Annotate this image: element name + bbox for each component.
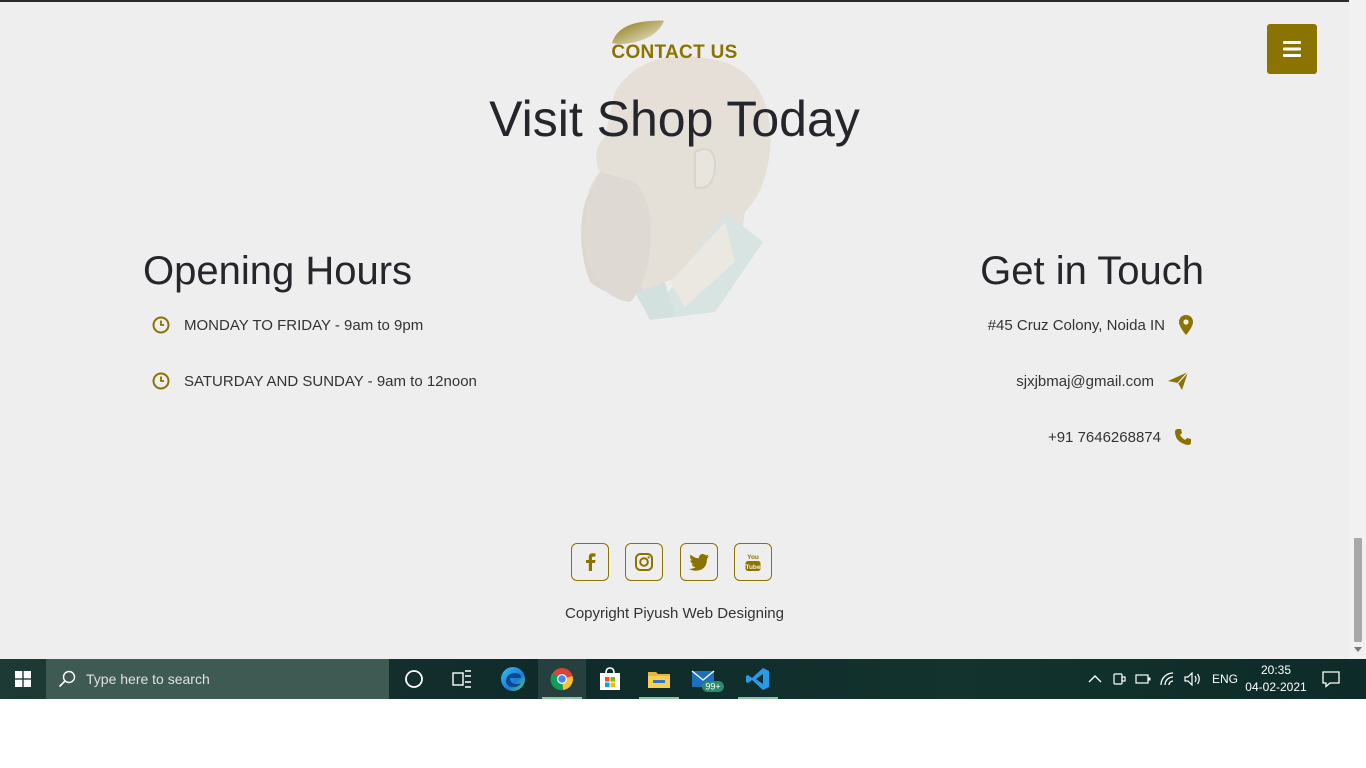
scrollbar-thumb[interactable] xyxy=(1354,538,1362,642)
opening-hours-title: Opening Hours xyxy=(143,249,413,293)
get-in-touch-title: Get in Touch xyxy=(980,249,1204,293)
copyright-text: Copyright Piyush Web Designing xyxy=(564,605,784,622)
volume-icon[interactable] xyxy=(1184,672,1202,686)
page-scrollbar[interactable] xyxy=(1349,0,1366,659)
hours-text: MONDAY TO FRIDAY - 9am to 9pm xyxy=(184,316,424,334)
taskbar-store[interactable] xyxy=(586,659,634,699)
notification-icon xyxy=(1322,671,1340,688)
start-button[interactable] xyxy=(0,659,46,699)
section-headline: Visit Shop Today xyxy=(489,91,860,147)
taskbar-clock[interactable]: 20:35 04-02-2021 xyxy=(1240,662,1312,696)
cortana-circle-icon xyxy=(405,670,423,688)
instagram-icon xyxy=(635,553,653,571)
clock-icon xyxy=(152,372,170,390)
clock-time: 20:35 xyxy=(1260,663,1292,677)
email-row: sjxjbmaj@gmail.com xyxy=(1016,369,1188,393)
youtube-link[interactable]: You Tube xyxy=(734,543,772,581)
facebook-link[interactable] xyxy=(571,543,609,581)
taskbar-edge[interactable] xyxy=(489,659,537,699)
windows-taskbar: Type here to search 99+ ENG 20:35 04-02-… xyxy=(0,659,1366,699)
section-eyebrow: CONTACT US xyxy=(611,42,738,63)
active-app-indicator xyxy=(542,697,582,699)
folder-icon xyxy=(648,672,670,688)
system-tray: ENG xyxy=(1088,659,1238,699)
scroll-down-arrow-icon[interactable] xyxy=(1354,647,1362,652)
search-icon xyxy=(58,670,76,688)
vscode-icon xyxy=(746,668,769,690)
task-view-icon xyxy=(452,670,471,688)
barber-portrait-illustration xyxy=(581,56,771,320)
running-app-indicator xyxy=(639,697,679,699)
edge-browser-icon xyxy=(501,667,525,691)
taskbar-file-explorer[interactable] xyxy=(635,659,683,699)
phone-link[interactable]: +91 7646268874 xyxy=(1048,429,1161,446)
hours-text: SATURDAY AND SUNDAY - 9am to 12noon xyxy=(184,372,477,390)
running-app-indicator xyxy=(738,697,778,699)
microsoft-store-icon xyxy=(600,667,620,690)
taskbar-mail[interactable]: 99+ xyxy=(684,659,732,699)
wifi-icon[interactable] xyxy=(1160,672,1176,686)
taskbar-vscode[interactable] xyxy=(734,659,782,699)
phone-icon xyxy=(1175,429,1191,445)
map-marker-icon xyxy=(1179,315,1193,335)
clock-icon xyxy=(152,316,170,334)
clock-date: 04-02-2021 xyxy=(1245,680,1307,694)
taskbar-chrome[interactable] xyxy=(538,659,586,699)
menu-toggle-button[interactable] xyxy=(1267,24,1317,74)
task-view-button[interactable] xyxy=(438,659,486,699)
svg-text:Tube: Tube xyxy=(745,564,760,571)
show-hidden-icons-chevron-icon[interactable] xyxy=(1088,674,1102,684)
facebook-icon xyxy=(586,553,596,571)
hours-row-weekdays: MONDAY TO FRIDAY - 9am to 9pm xyxy=(152,313,423,337)
twitter-icon xyxy=(689,553,709,571)
contact-section: CONTACT US Visit Shop Today Opening Hour… xyxy=(0,0,1349,659)
hours-row-weekend: SATURDAY AND SUNDAY - 9am to 12noon xyxy=(152,369,477,393)
mail-badge: 99+ xyxy=(705,682,720,692)
windows-logo-icon xyxy=(15,671,31,687)
twitter-link[interactable] xyxy=(680,543,718,581)
language-indicator[interactable]: ENG xyxy=(1212,672,1238,686)
battery-icon[interactable] xyxy=(1135,674,1151,684)
instagram-link[interactable] xyxy=(625,543,663,581)
mail-icon: 99+ xyxy=(691,670,724,692)
hamburger-icon xyxy=(1283,41,1301,57)
phone-row: +91 7646268874 xyxy=(1048,425,1191,449)
address-text: #45 Cruz Colony, Noida IN xyxy=(987,316,1165,334)
paper-plane-icon xyxy=(1168,371,1188,390)
chrome-browser-icon xyxy=(550,668,573,691)
taskbar-search-box[interactable]: Type here to search xyxy=(46,659,389,699)
svg-text:You: You xyxy=(747,554,759,561)
address-row: #45 Cruz Colony, Noida IN xyxy=(988,313,1193,337)
youtube-icon: You Tube xyxy=(745,554,761,571)
search-placeholder: Type here to search xyxy=(86,671,210,687)
email-link[interactable]: sjxjbmaj@gmail.com xyxy=(1016,373,1154,390)
action-center-button[interactable] xyxy=(1308,659,1354,699)
cortana-button[interactable] xyxy=(390,659,438,699)
meet-now-icon[interactable] xyxy=(1112,671,1126,687)
